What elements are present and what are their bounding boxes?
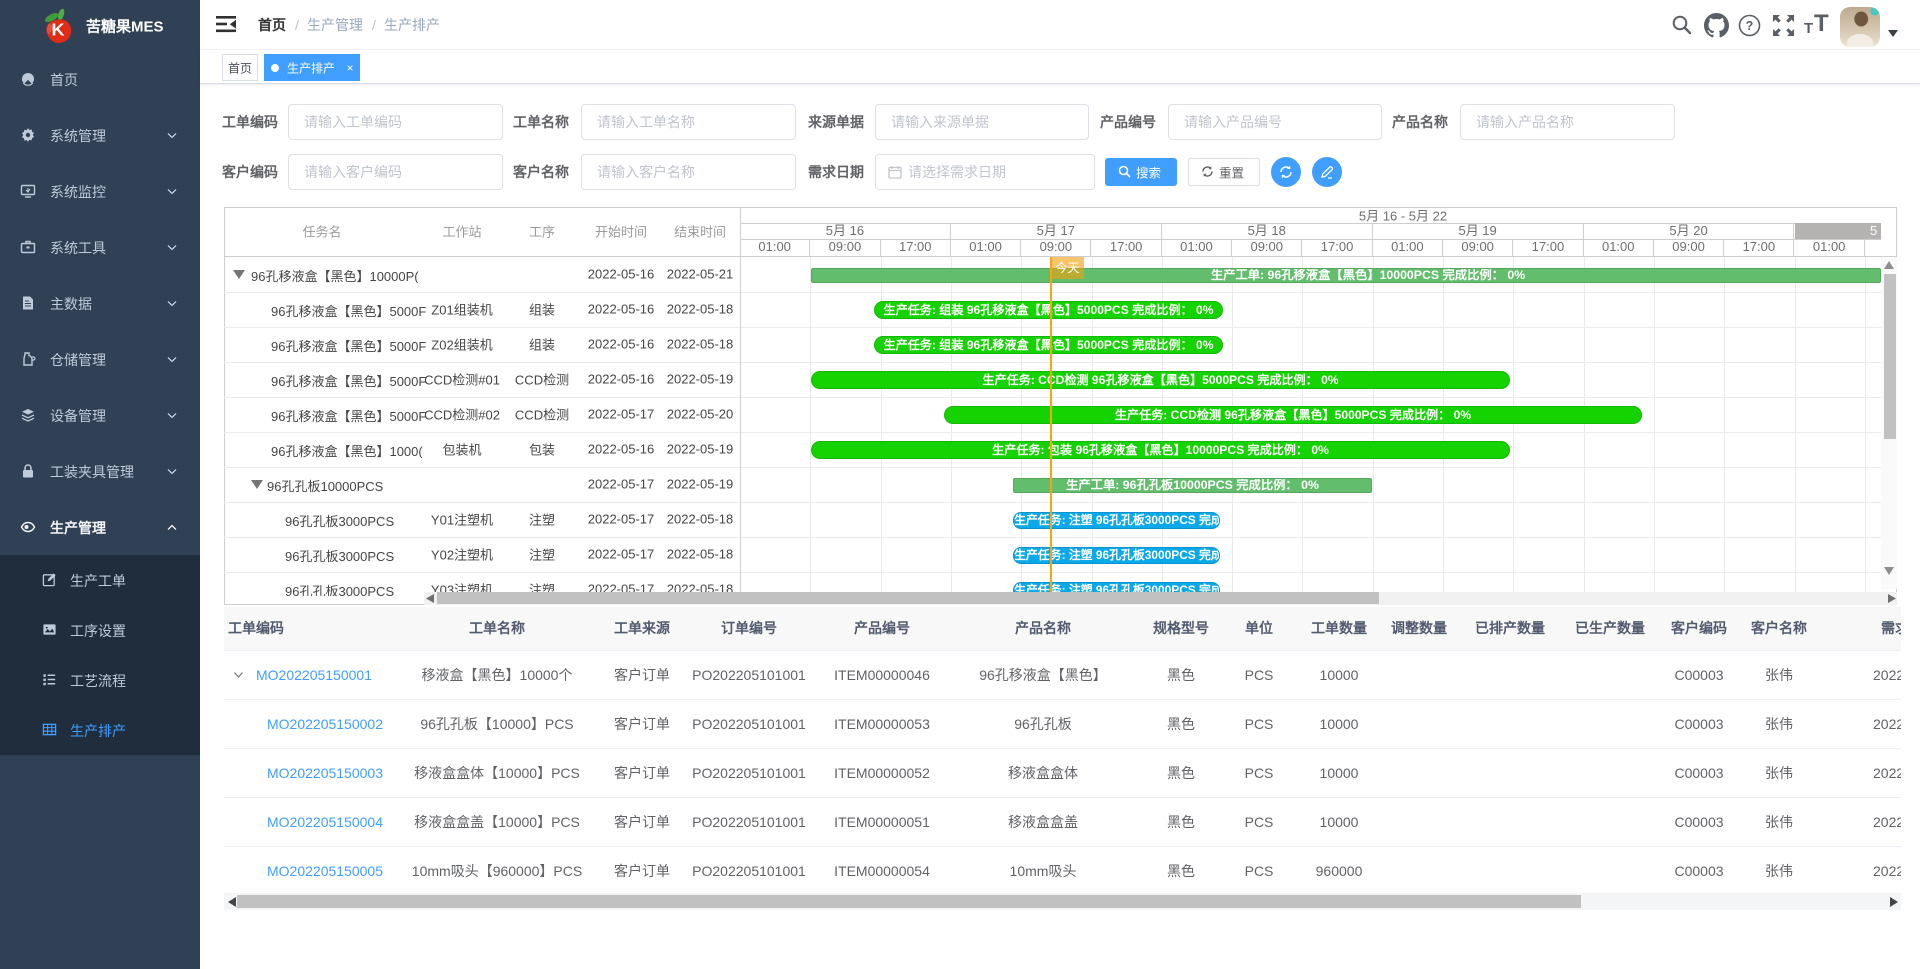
- svg-text:?: ?: [1746, 19, 1754, 33]
- svg-text:K: K: [52, 20, 65, 40]
